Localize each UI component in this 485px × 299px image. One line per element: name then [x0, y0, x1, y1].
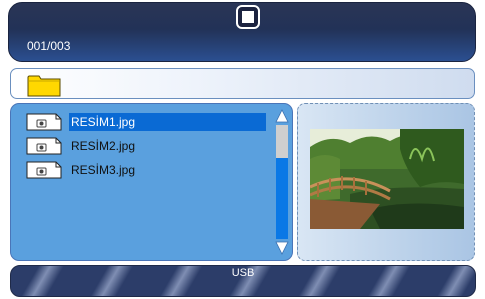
file-name: RESİM1.jpg — [69, 113, 266, 131]
file-list-panel: RESİM1.jpg RESİM2.jpg RESİM3.jpg — [10, 103, 293, 261]
file-name: RESİM2.jpg — [71, 139, 136, 153]
scroll-thumb[interactable] — [276, 125, 288, 158]
stop-icon — [242, 11, 254, 23]
header-bar: 001/003 — [8, 2, 476, 62]
preview-thumbnail — [310, 129, 464, 229]
preview-panel — [297, 103, 475, 261]
scroll-down-arrow-icon[interactable] — [275, 241, 289, 255]
source-label: USB — [231, 267, 255, 279]
file-counter: 001/003 — [27, 39, 71, 53]
folder-icon[interactable] — [27, 73, 61, 97]
file-list-scrollbar[interactable] — [275, 109, 289, 255]
image-file-icon — [26, 161, 62, 179]
stop-button[interactable] — [236, 5, 260, 29]
path-bar — [10, 68, 475, 99]
scroll-up-arrow-icon[interactable] — [275, 109, 289, 123]
image-file-icon — [26, 113, 62, 131]
source-bar: USB — [10, 265, 476, 297]
file-name: RESİM3.jpg — [71, 163, 136, 177]
image-file-icon — [26, 137, 62, 155]
